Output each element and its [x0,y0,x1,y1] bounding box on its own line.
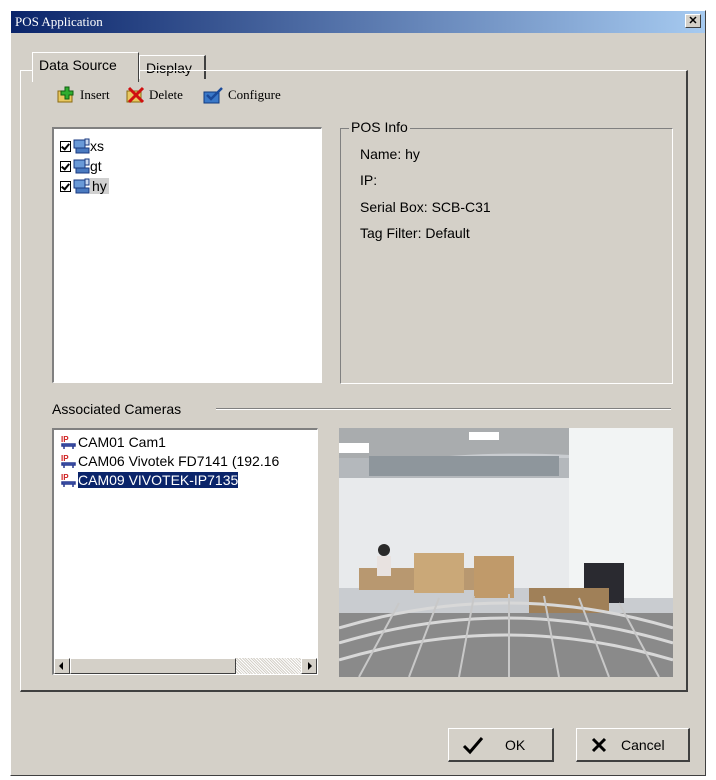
window-title: POS Application [15,14,103,29]
close-icon: ✕ [688,15,698,27]
cancel-label: Cancel [621,736,665,753]
tab-panel [20,70,688,692]
x-icon [591,737,607,752]
ok-button[interactable]: OK [448,728,554,762]
tab-data-source[interactable]: Data Source [32,52,139,82]
title-bar[interactable]: POS Application ✕ [11,11,705,33]
checkmark-icon [462,736,484,754]
ok-label: OK [505,736,526,753]
close-button[interactable]: ✕ [685,14,701,28]
tab-data-source-label: Data Source [39,57,117,73]
cancel-button[interactable]: Cancel [576,728,690,762]
